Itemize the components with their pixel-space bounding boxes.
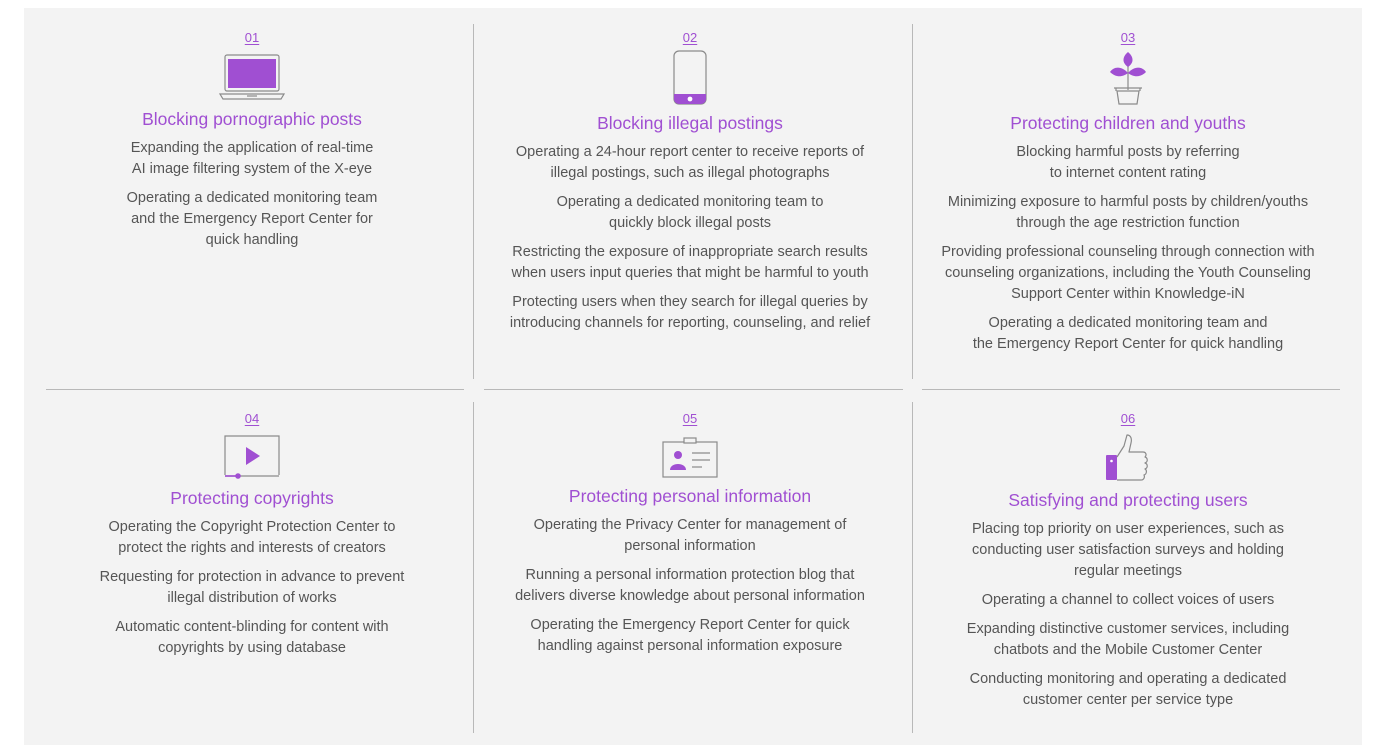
card-illegal-postings: 02 Blocking illegal postings Operating a… [477,29,903,342]
card-item: Operating the Emergency Report Center fo… [530,617,850,654]
card-number: 04 [244,411,260,426]
card-number: 03 [1120,30,1136,45]
card-satisfying-users: 06 Satisfying and protecting users Placi… [915,410,1341,719]
card-item: Running a personal information protectio… [515,567,865,604]
card-item: Operating a dedicated monitoring team to… [556,194,824,231]
card-number: 05 [682,411,698,426]
card-item: Operating the Privacy Center for managem… [533,517,847,554]
card-item: Operating a dedicated monitoring team an… [972,315,1284,352]
sprout-plant-icon [1110,52,1146,105]
row-divider [46,389,464,390]
card-item: Expanding distinctive customer services,… [966,621,1290,658]
card-item: Expanding the application of real-time A… [130,140,374,177]
card-item: Minimizing exposure to harmful posts by … [947,194,1309,231]
card-item: Operating a 24-hour report center to rec… [515,144,865,181]
column-divider [473,402,474,733]
card-number: 02 [682,30,698,45]
card-number: 06 [1120,411,1136,426]
card-copyrights: 04 Protecting copyrights Operating the C… [39,410,465,667]
card-children-youths: 03 Protecting children and youths Blocki… [915,29,1341,363]
row-divider [922,389,1340,390]
thumbs-up-icon [1106,434,1148,481]
card-item: Placing top priority on user experiences… [972,521,1284,579]
column-divider [912,402,913,733]
card-number: 01 [244,30,260,45]
card-title: Protecting children and youths [1010,113,1246,133]
card-pornographic-posts: 01 Blocking pornographic posts Expanding… [39,29,465,259]
card-item: Operating a dedicated monitoring team an… [126,190,378,248]
column-divider [473,24,474,379]
card-title: Satisfying and protecting users [1008,490,1248,510]
card-item: Operating the Copyright Protection Cente… [108,519,396,556]
card-title: Protecting copyrights [170,488,334,508]
laptop-icon [219,54,285,100]
card-item: Automatic content-blinding for content w… [115,619,389,656]
card-item: Requesting for protection in advance to … [99,569,405,606]
card-personal-information: 05 Protecting personal information Opera… [477,410,903,665]
card-item: Protecting users when they search for il… [509,294,871,331]
card-item: Conducting monitoring and operating a de… [969,671,1287,708]
smartphone-icon [673,50,707,105]
card-item: Blocking harmful posts by referring to i… [1016,144,1240,181]
card-item: Restricting the exposure of inappropriat… [511,244,869,281]
card-title: Protecting personal information [568,486,812,506]
video-player-icon [224,435,280,479]
column-divider [912,24,913,379]
card-title: Blocking pornographic posts [142,109,362,129]
card-item: Providing professional counseling throug… [941,244,1315,302]
row-divider [484,389,903,390]
card-item: Operating a channel to collect voices of… [981,592,1275,608]
card-title: Blocking illegal postings [597,113,783,133]
id-card-icon [662,437,718,478]
